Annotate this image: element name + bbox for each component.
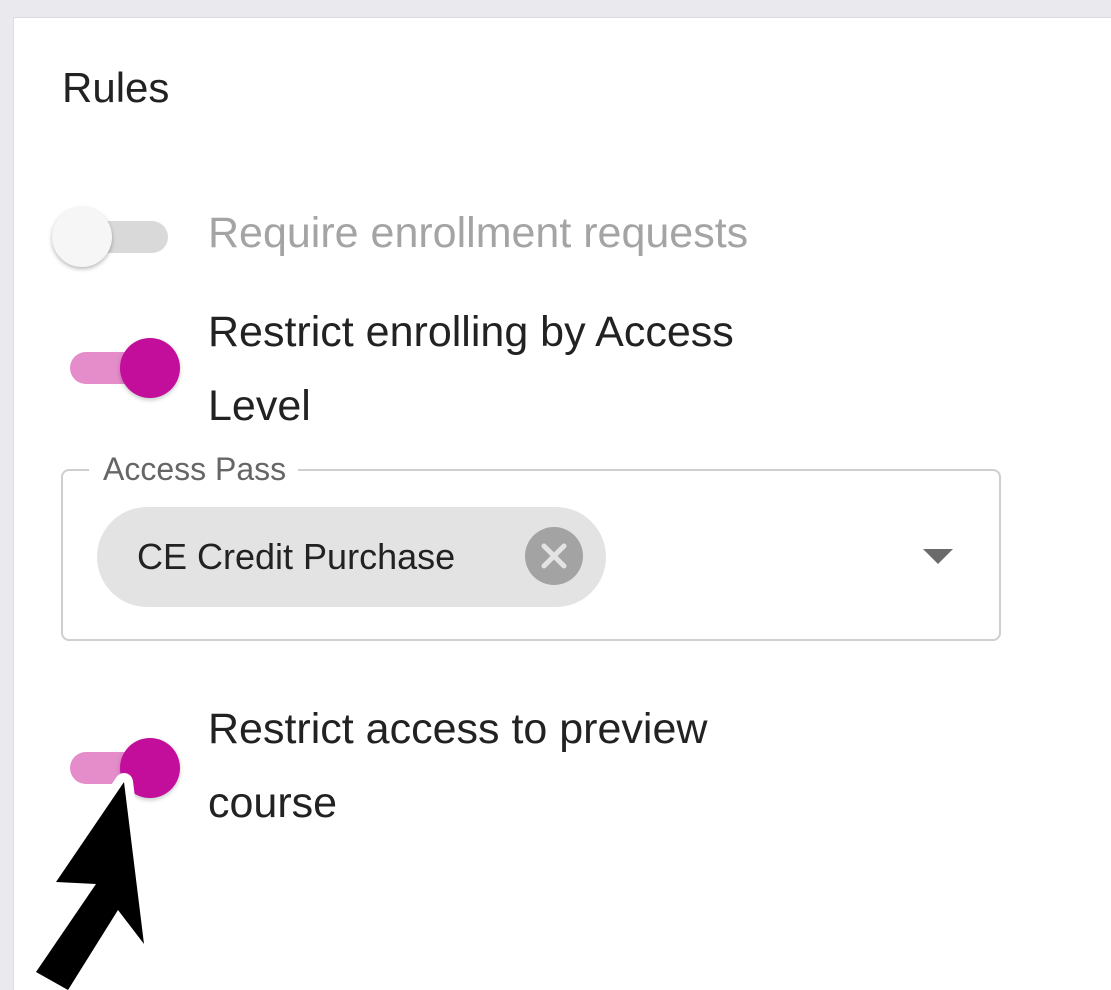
restrict-access-level-toggle[interactable] <box>62 332 190 402</box>
toggle-thumb <box>120 738 180 798</box>
restrict-access-level-label-line2: Level <box>208 382 311 430</box>
rules-panel: Rules Require enrollment requests Restri… <box>14 18 1111 990</box>
restrict-preview-label-line2: course <box>208 779 338 827</box>
toggle-thumb <box>120 338 180 398</box>
require-enrollment-label: Require enrollment requests <box>208 196 888 270</box>
close-icon <box>541 543 567 569</box>
restrict-preview-toggle[interactable] <box>62 732 190 802</box>
cancel-circle-icon[interactable] <box>525 527 583 585</box>
access-pass-legend: Access Pass <box>89 449 299 489</box>
restrict-preview-label-line1: Restrict access to preview <box>208 705 708 753</box>
panel-title: Rules <box>62 64 170 111</box>
restrict-access-level-label: Restrict enrolling by Access Level <box>208 295 888 443</box>
access-pass-select[interactable]: Access Pass CE Credit Purchase <box>61 449 1001 641</box>
require-enrollment-label-text: Require enrollment requests <box>208 209 749 257</box>
require-enrollment-toggle[interactable] <box>52 201 180 271</box>
restrict-preview-label: Restrict access to preview course <box>208 692 888 840</box>
chip-label: CE Credit Purchase <box>137 536 456 577</box>
toggle-thumb <box>52 207 112 267</box>
restrict-access-level-label-line1: Restrict enrolling by Access <box>208 308 734 356</box>
access-pass-chip[interactable]: CE Credit Purchase <box>97 507 606 607</box>
arrow-drop-down-icon[interactable] <box>923 549 953 565</box>
